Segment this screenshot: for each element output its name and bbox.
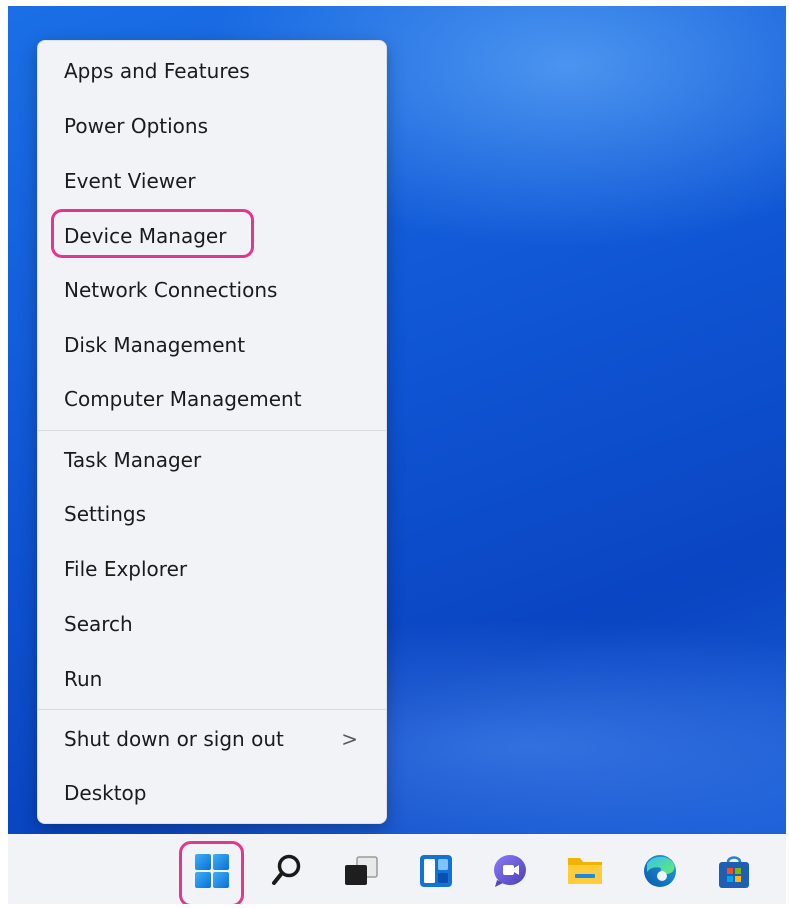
- screenshot-frame: Apps and Features Power Options Event Vi…: [8, 6, 786, 904]
- taskbar: [8, 834, 786, 904]
- chevron-right-icon: >: [341, 727, 358, 751]
- menu-item-label: Run: [64, 667, 103, 691]
- menu-separator: [38, 709, 386, 710]
- menu-item-label: Network Connections: [64, 278, 278, 302]
- menu-item-search[interactable]: Search: [38, 597, 386, 651]
- store-icon[interactable]: [712, 849, 756, 893]
- menu-item-network-connections[interactable]: Network Connections: [38, 263, 386, 317]
- menu-item-task-manager[interactable]: Task Manager: [38, 433, 386, 487]
- file-explorer-icon[interactable]: [563, 849, 607, 893]
- menu-item-label: Shut down or sign out: [64, 727, 284, 751]
- power-user-menu: Apps and Features Power Options Event Vi…: [37, 40, 387, 824]
- widgets-icon[interactable]: [414, 849, 458, 893]
- menu-item-file-explorer[interactable]: File Explorer: [38, 542, 386, 596]
- menu-item-label: File Explorer: [64, 557, 188, 581]
- menu-item-event-viewer[interactable]: Event Viewer: [38, 154, 386, 208]
- menu-item-computer-management[interactable]: Computer Management: [38, 372, 386, 426]
- task-view-icon[interactable]: [339, 849, 383, 893]
- menu-item-label: Apps and Features: [64, 59, 250, 83]
- menu-item-label: Computer Management: [64, 387, 302, 411]
- menu-item-run[interactable]: Run: [38, 652, 386, 706]
- search-icon[interactable]: [264, 849, 308, 893]
- menu-item-settings[interactable]: Settings: [38, 487, 386, 541]
- menu-item-label: Event Viewer: [64, 169, 196, 193]
- menu-item-label: Settings: [64, 502, 147, 526]
- menu-item-apps-and-features[interactable]: Apps and Features: [38, 44, 386, 98]
- menu-item-label: Disk Management: [64, 333, 246, 357]
- menu-item-label: Search: [64, 612, 133, 636]
- menu-item-shut-down-or-sign-out[interactable]: Shut down or sign out >: [38, 712, 386, 766]
- device-manager-highlight-outline: [51, 209, 254, 258]
- start-icon[interactable]: [190, 849, 234, 893]
- menu-item-label: Desktop: [64, 781, 147, 805]
- menu-separator: [38, 430, 386, 431]
- menu-item-disk-management[interactable]: Disk Management: [38, 318, 386, 372]
- edge-icon[interactable]: [638, 849, 682, 893]
- menu-item-desktop[interactable]: Desktop: [38, 766, 386, 820]
- menu-item-label: Power Options: [64, 114, 208, 138]
- teams-chat-icon[interactable]: [488, 849, 532, 893]
- menu-item-label: Task Manager: [64, 448, 202, 472]
- menu-item-power-options[interactable]: Power Options: [38, 99, 386, 153]
